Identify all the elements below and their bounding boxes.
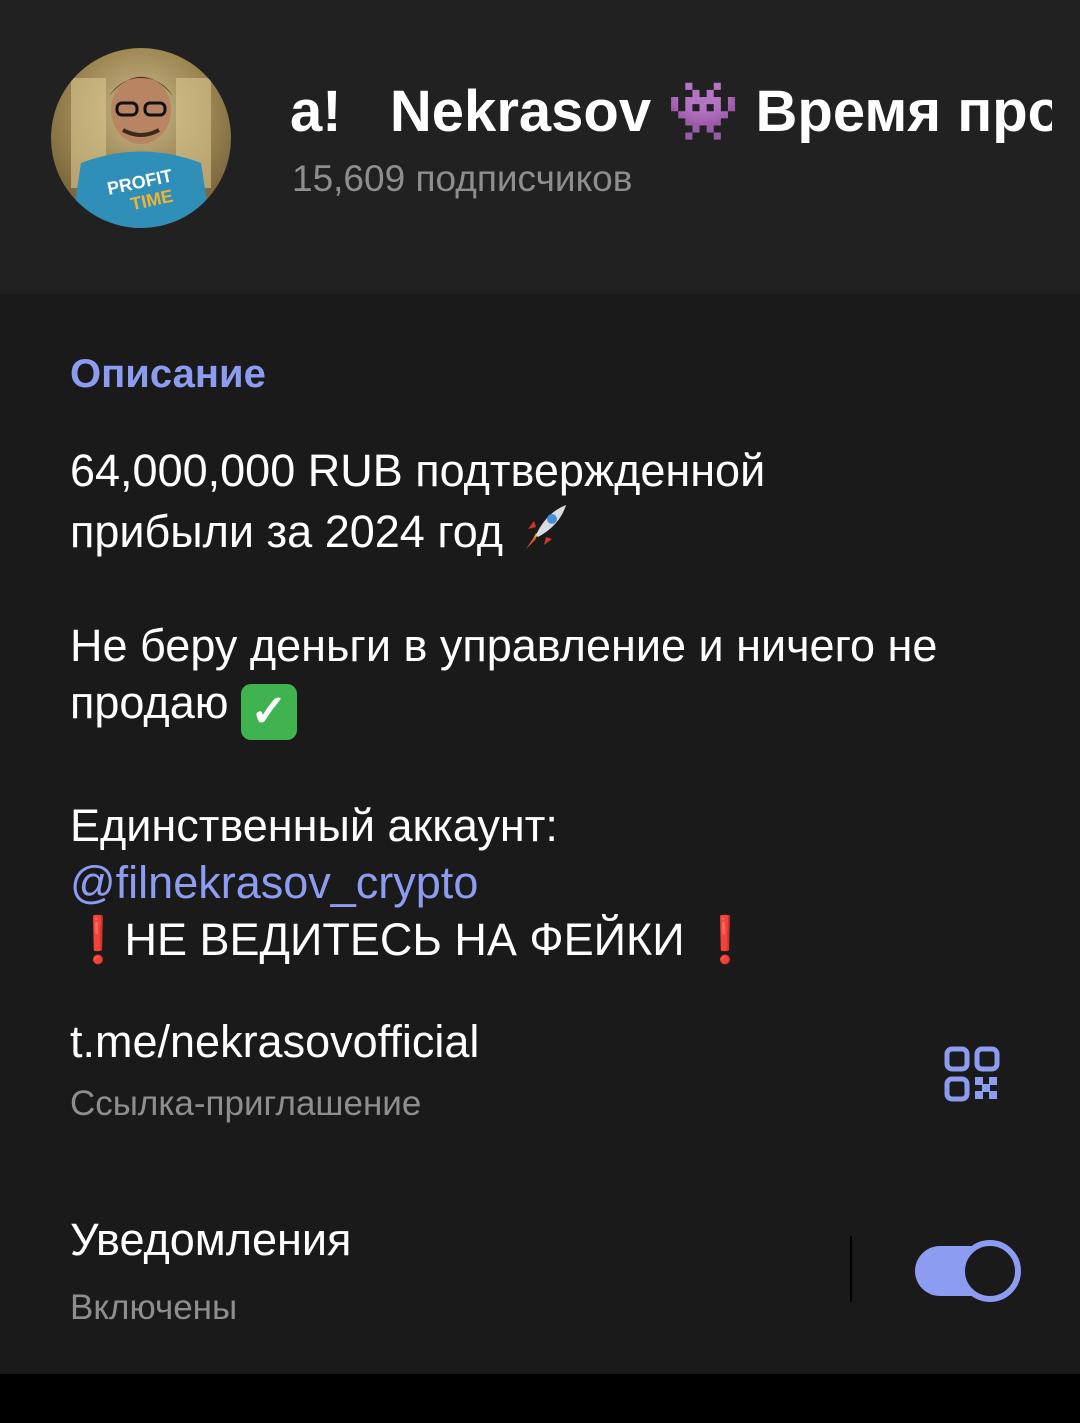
- mention-link[interactable]: @filnekrasov_crypto: [70, 857, 478, 908]
- rocket-icon: [525, 505, 566, 549]
- description-line-text: продаю: [70, 677, 229, 728]
- notifications-title: Уведомления: [70, 1214, 352, 1265]
- notifications-status: Включены: [70, 1288, 238, 1327]
- description-line: 64,000,000 RUB подтвержденной: [70, 445, 766, 496]
- channel-title: а! Nekrasov 👾 Время профита: [290, 79, 1052, 144]
- description-text[interactable]: 64,000,000 RUB подтвержденной прибыли за…: [70, 442, 1030, 968]
- description-line: продаю ✓: [70, 674, 1030, 740]
- warning-text: НЕ ВЕДИТЕСЬ НА ФЕЙКИ: [124, 914, 685, 965]
- subscriber-count: 15,609 подписчиков: [292, 158, 633, 199]
- channel-info-panel: Описание 64,000,000 RUB подтвержденной п…: [0, 294, 1080, 1374]
- channel-avatar[interactable]: PROFIT TIME: [51, 48, 231, 228]
- exclamation-icon: ❗: [697, 914, 754, 965]
- notifications-toggle[interactable]: [915, 1240, 1021, 1302]
- invite-link-row[interactable]: t.me/nekrasovofficial Ссылка-приглашение: [70, 1014, 1030, 1134]
- description-line: Не беру деньги в управление и ничего не: [70, 620, 938, 671]
- channel-title-container: а! Nekrasov 👾 Время профита: [290, 72, 1052, 152]
- warning-line: ❗ НЕ ВЕДИТЕСЬ НА ФЕЙКИ ❗: [70, 911, 1030, 968]
- invite-link-label: Ссылка-приглашение: [70, 1084, 422, 1123]
- mention-link-line: @filnekrasov_crypto: [70, 854, 1030, 911]
- check-mark-icon: ✓: [240, 684, 297, 740]
- description-line-text: прибыли за 2024 год: [70, 506, 504, 557]
- bottom-bar: [0, 1374, 1080, 1423]
- notifications-row[interactable]: Уведомления Включены: [70, 1212, 1030, 1342]
- description-line: прибыли за 2024 год: [70, 499, 1030, 560]
- divider: [850, 1236, 852, 1302]
- description-line: Единственный аккаунт:: [70, 800, 558, 851]
- invite-link[interactable]: t.me/nekrasovofficial: [70, 1014, 1030, 1070]
- toggle-knob: [959, 1240, 1021, 1302]
- channel-header: PROFIT TIME а! Nekrasov 👾 Время профита …: [0, 0, 1080, 294]
- qr-code-icon[interactable]: [944, 1046, 1000, 1102]
- avatar-image: PROFIT TIME: [71, 76, 211, 228]
- exclamation-icon: ❗: [70, 914, 127, 965]
- description-label: Описание: [70, 352, 266, 396]
